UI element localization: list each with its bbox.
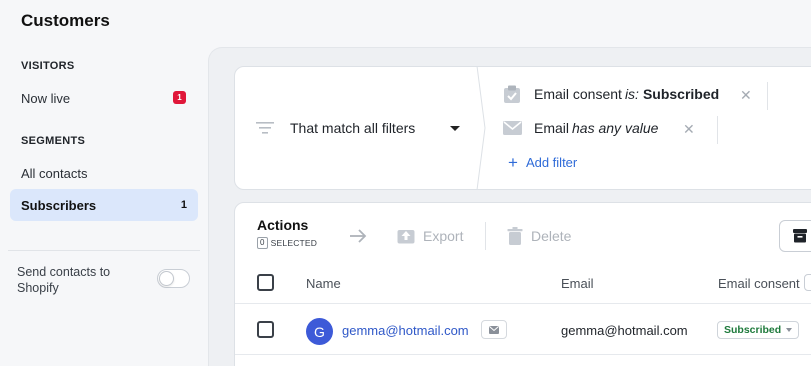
column-header-email-consent[interactable]: Email consent	[718, 276, 800, 291]
customer-email: gemma@hotmail.com	[561, 323, 688, 338]
sidebar-item-label: Subscribers	[21, 197, 97, 213]
export-button[interactable]: Export	[397, 227, 463, 244]
archive-button[interactable]	[779, 220, 811, 252]
column-header-email[interactable]: Email	[561, 276, 594, 291]
toolbar-divider	[485, 222, 486, 250]
remove-filter-close-icon[interactable]: ✕	[740, 87, 752, 104]
shopify-sync-label: Send contacts to Shopify	[17, 265, 111, 295]
condition-divider	[717, 116, 718, 144]
sidebar-item-all-contacts[interactable]: All contacts	[10, 157, 198, 189]
archive-icon	[793, 229, 807, 243]
section-label-segments: SEGMENTS	[21, 135, 86, 147]
remove-filter-close-icon[interactable]: ✕	[683, 121, 695, 138]
row-checkbox[interactable]	[257, 321, 274, 338]
filter-operator: is:	[624, 86, 639, 102]
selected-label: SELECTED	[270, 238, 318, 248]
clipboard-check-icon	[502, 85, 522, 103]
filter-condition-email[interactable]: Email has any value	[502, 119, 662, 137]
selected-count: 0 SELECTED	[257, 237, 317, 249]
chevron-down-icon	[786, 328, 793, 332]
segment-count: 1	[180, 199, 187, 211]
section-label-visitors: VISITORS	[21, 60, 75, 72]
select-all-checkbox[interactable]	[257, 274, 274, 291]
delete-button[interactable]: Delete	[507, 227, 571, 245]
sidebar-item-now-live[interactable]: Now live 1	[10, 82, 198, 114]
filter-field: Email	[534, 120, 570, 136]
filter-separator	[476, 66, 486, 190]
filter-field: Email consent	[534, 86, 622, 102]
shopify-sync-toggle[interactable]	[157, 269, 190, 288]
actions-title: Actions	[257, 217, 309, 233]
export-icon	[397, 230, 415, 244]
column-menu-button[interactable]	[804, 274, 811, 291]
trash-icon	[507, 227, 523, 245]
export-label: Export	[423, 227, 464, 244]
add-filter-label: Add filter	[525, 155, 578, 170]
column-header-name[interactable]: Name	[306, 276, 341, 291]
filter-icon	[256, 122, 274, 134]
plus-icon: +	[508, 153, 518, 172]
condition-divider	[767, 82, 768, 110]
sidebar-item-label: All contacts	[21, 165, 88, 181]
filter-value: Subscribed	[642, 86, 720, 102]
add-filter-button[interactable]: + Add filter	[508, 154, 577, 171]
chevron-down-icon[interactable]	[450, 126, 460, 131]
customer-name-link[interactable]: gemma@hotmail.com	[342, 323, 469, 338]
delete-label: Delete	[531, 228, 572, 244]
selected-number: 0	[257, 237, 268, 249]
consent-status-dropdown[interactable]: Subscribed	[717, 321, 800, 339]
page-title: Customers	[21, 11, 110, 30]
filter-condition-consent[interactable]: Email consent is: Subscribed	[502, 85, 719, 103]
envelope-icon	[502, 119, 522, 137]
email-channel-chip[interactable]	[481, 320, 507, 339]
toggle-knob	[159, 271, 174, 286]
envelope-icon	[489, 325, 499, 334]
filter-operator: has any value	[572, 120, 659, 136]
sidebar-item-label: Now live	[21, 90, 71, 106]
consent-status-label: Subscribed	[724, 324, 782, 336]
live-count-badge: 1	[173, 91, 186, 104]
sidebar-item-subscribers[interactable]: Subscribers 1	[10, 189, 198, 221]
arrow-right-icon[interactable]	[348, 227, 368, 245]
filter-match-select[interactable]: That match all filters	[290, 120, 415, 136]
avatar: G	[306, 318, 333, 345]
sidebar-divider	[8, 250, 200, 251]
